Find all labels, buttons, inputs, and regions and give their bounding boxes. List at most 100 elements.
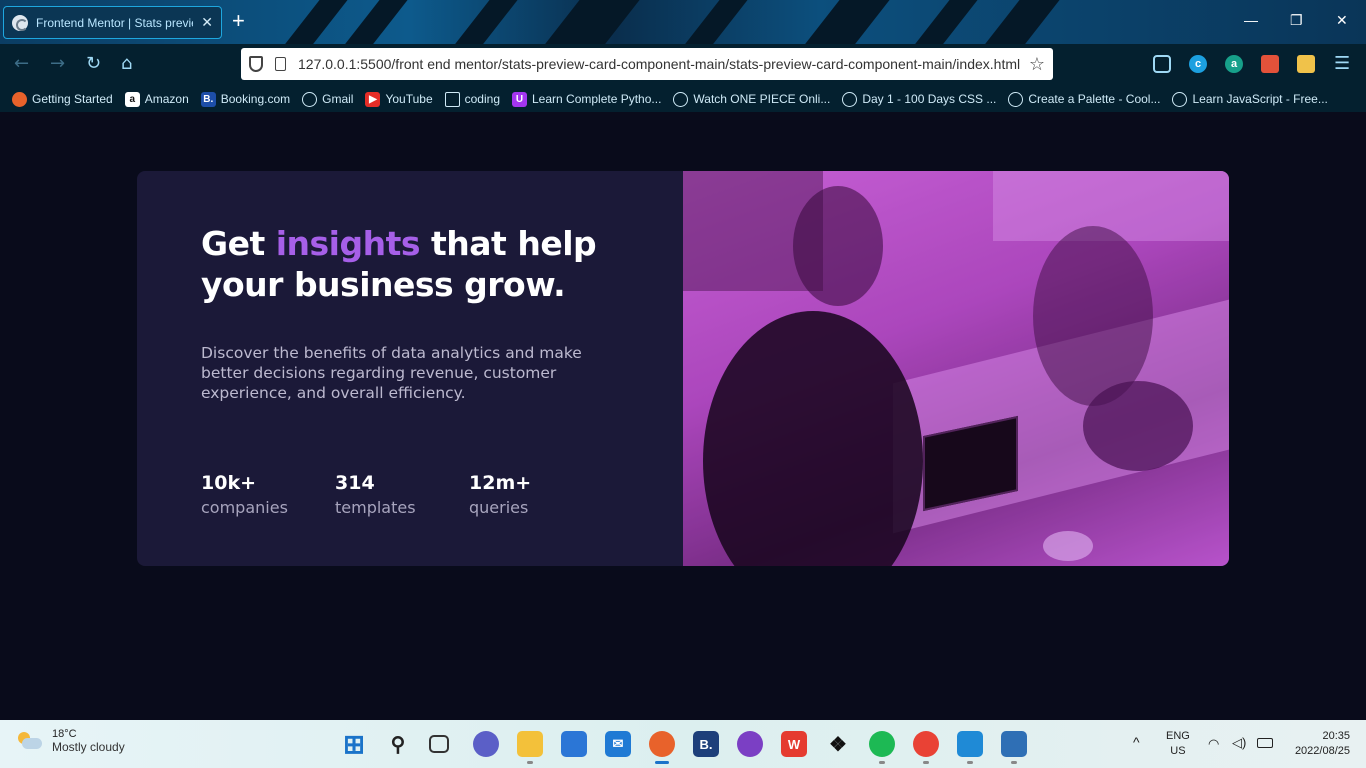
tab-close-icon[interactable]: ✕ [201, 15, 213, 31]
weather-temperature: 18°C [52, 728, 77, 740]
stat-label: companies [201, 498, 288, 517]
firefox-icon[interactable] [649, 731, 675, 757]
new-tab-button[interactable]: + [232, 10, 245, 32]
menu-icon[interactable]: ☰ [1334, 53, 1350, 74]
notes-extension-icon[interactable] [1297, 55, 1315, 73]
bookmark-item[interactable]: Learn JavaScript - Free... [1172, 91, 1328, 107]
bookmark-item[interactable]: U Learn Complete Pytho... [512, 91, 662, 107]
clock[interactable]: 20:35 2022/08/25 [1286, 729, 1350, 759]
stat-templates: 314 templates [335, 472, 469, 517]
bookmark-item[interactable]: Watch ONE PIECE Onli... [673, 91, 831, 107]
office-photo-image [683, 171, 1229, 566]
bookmark-item[interactable]: Getting Started [12, 91, 113, 107]
globe-icon [1008, 91, 1024, 107]
shield-icon[interactable] [249, 56, 263, 72]
tab-title: Frontend Mentor | Stats preview card com… [36, 15, 193, 30]
firefox-icon [12, 91, 27, 107]
bookmark-item[interactable]: coding [444, 91, 500, 107]
camera-extension-icon[interactable] [1261, 55, 1279, 73]
wifi-icon[interactable]: ◠ [1208, 736, 1219, 752]
url-text[interactable]: 127.0.0.1:5500/front end mentor/stats-pr… [298, 56, 1029, 72]
reload-icon[interactable]: ↻ [86, 53, 101, 74]
tab-favicon-icon [12, 14, 28, 31]
c-extension-icon[interactable]: c [1189, 55, 1207, 73]
browser-navbar: ← → ↻ ⌂ 127.0.0.1:5500/front end mentor/… [0, 44, 1366, 86]
search-icon[interactable]: ⚲ [385, 731, 411, 757]
chat-icon[interactable] [473, 731, 499, 757]
youtube-icon: ▶ [365, 91, 381, 107]
globe-icon [842, 91, 858, 107]
mail-icon[interactable]: ✉ [605, 731, 631, 757]
volume-icon[interactable]: ◁) [1232, 735, 1246, 751]
running-indicator [655, 761, 669, 764]
file-explorer-icon[interactable] [517, 731, 543, 757]
github-icon[interactable] [737, 731, 763, 757]
minimize-button[interactable]: — [1244, 12, 1258, 28]
bookmark-item[interactable]: B. Booking.com [200, 91, 291, 107]
bookmark-label: Booking.com [220, 92, 291, 106]
photos-icon[interactable] [1001, 731, 1027, 757]
weather-cloud-icon [18, 732, 42, 750]
photo-tint-overlay [683, 171, 1229, 566]
bookmark-star-icon[interactable]: ☆ [1029, 54, 1045, 75]
stat-label: queries [469, 498, 529, 517]
stat-label: templates [335, 498, 416, 517]
store-icon[interactable] [561, 731, 587, 757]
card-description: Discover the benefits of data analytics … [201, 344, 582, 402]
language-indicator[interactable]: ENG US [1166, 729, 1190, 759]
udemy-icon: U [512, 91, 527, 107]
bookmark-item[interactable]: Create a Palette - Cool... [1008, 91, 1160, 107]
headline-accent: insights [275, 224, 421, 263]
globe-icon [1172, 91, 1188, 107]
bookmark-item[interactable]: ▶ YouTube [365, 91, 433, 107]
decor-stripe [664, 0, 764, 44]
home-icon[interactable]: ⌂ [121, 53, 132, 74]
bookmark-label: YouTube [385, 92, 433, 106]
address-bar[interactable]: 127.0.0.1:5500/front end mentor/stats-pr… [241, 48, 1053, 80]
bookmark-label: Watch ONE PIECE Onli... [693, 92, 831, 106]
a-extension-icon[interactable]: a [1225, 55, 1243, 73]
spotify-icon[interactable] [869, 731, 895, 757]
bookmark-label: coding [464, 92, 500, 106]
stat-companies: 10k+ companies [201, 472, 335, 517]
back-icon[interactable]: ← [14, 53, 29, 74]
running-indicator [527, 761, 533, 764]
stat-value: 10k+ [201, 472, 256, 494]
card-text-section: Get insights that help your business gro… [137, 171, 683, 566]
running-indicator [879, 761, 885, 764]
windows-taskbar: 18°C Mostly cloudy ⊞ ⚲ ✉ B. W ❖ ^ ENG US ◠ ◁)… [0, 720, 1366, 768]
booking-icon: B. [200, 91, 216, 107]
weather-widget[interactable]: 18°C Mostly cloudy [18, 728, 125, 754]
globe-icon [302, 91, 318, 107]
restore-button[interactable]: ❐ [1290, 12, 1303, 29]
task-view-icon[interactable] [429, 735, 449, 753]
decor-stripe [894, 0, 994, 44]
bookmark-item[interactable]: a Amazon [124, 91, 189, 107]
folder-icon [444, 91, 460, 107]
browser-tab-active[interactable]: Frontend Mentor | Stats preview card com… [3, 6, 222, 39]
decor-stripe [784, 0, 906, 44]
forward-icon[interactable]: → [50, 53, 65, 74]
start-icon[interactable]: ⊞ [341, 729, 367, 759]
pocket-icon[interactable] [1153, 55, 1171, 73]
decor-stripe [434, 0, 534, 44]
bookmark-label: Day 1 - 100 Days CSS ... [862, 92, 997, 106]
bookmark-label: Learn Complete Pytho... [532, 92, 662, 106]
headline-start: Get [201, 224, 276, 263]
chevron-up-icon[interactable]: ^ [1133, 734, 1140, 750]
running-indicator [967, 761, 973, 764]
clock-date: 2022/08/25 [1294, 745, 1350, 757]
booking-icon[interactable]: B. [693, 731, 719, 757]
dropbox-icon[interactable]: ❖ [825, 731, 851, 757]
bookmark-label: Amazon [144, 92, 189, 106]
wps-icon[interactable]: W [781, 731, 807, 757]
bookmark-label: Learn JavaScript - Free... [1192, 92, 1328, 106]
chrome-icon[interactable] [913, 731, 939, 757]
battery-icon[interactable] [1257, 738, 1273, 748]
stat-value: 314 [335, 472, 375, 494]
page-info-icon[interactable] [275, 57, 286, 71]
close-window-button[interactable]: ✕ [1336, 12, 1348, 29]
vscode-icon[interactable] [957, 731, 983, 757]
bookmark-item[interactable]: Gmail [302, 91, 353, 107]
bookmark-item[interactable]: Day 1 - 100 Days CSS ... [842, 91, 997, 107]
